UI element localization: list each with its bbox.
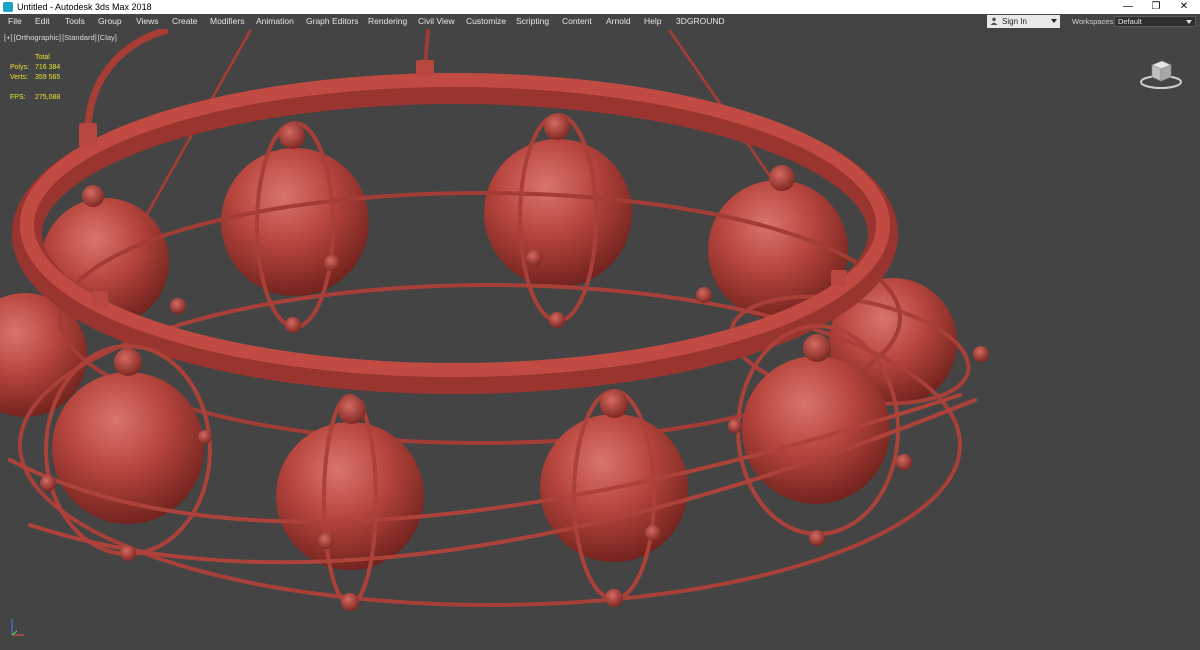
workspaces-value: Default — [1118, 17, 1142, 26]
menu-graph-editors[interactable]: Graph Editors — [306, 16, 358, 27]
menu-rendering[interactable]: Rendering — [368, 16, 407, 27]
chevron-down-icon — [1051, 19, 1057, 23]
viewport-view-type[interactable]: [Orthographic] — [14, 33, 62, 42]
menu-3dground[interactable]: 3DGROUND — [676, 16, 725, 27]
menu-group[interactable]: Group — [98, 16, 122, 27]
workspaces-select[interactable]: Default — [1114, 16, 1196, 27]
viewport-menu-plus[interactable]: [+] — [4, 33, 13, 42]
restore-button[interactable]: ❐ — [1142, 0, 1170, 14]
menu-customize[interactable]: Customize — [466, 16, 506, 27]
chevron-down-icon — [1186, 20, 1192, 24]
menu-civil-view[interactable]: Civil View — [418, 16, 455, 27]
stats-header: Total — [35, 54, 50, 61]
menu-help[interactable]: Help — [644, 16, 661, 27]
user-icon — [990, 17, 998, 25]
axis-tripod-icon — [11, 619, 24, 636]
workspaces-label: Workspaces: — [1072, 17, 1116, 26]
polys-label: Polys: — [10, 64, 30, 71]
menu-edit[interactable]: Edit — [35, 16, 50, 27]
menu-create[interactable]: Create — [172, 16, 198, 27]
viewport-standard[interactable]: [Standard] — [62, 33, 97, 42]
menu-content[interactable]: Content — [562, 16, 592, 27]
menu-arnold[interactable]: Arnold — [606, 16, 631, 27]
menu-file[interactable]: File — [8, 16, 22, 27]
title-bar: Untitled - Autodesk 3ds Max 2018 — ❐ ✕ — [0, 0, 1200, 14]
menu-tools[interactable]: Tools — [65, 16, 85, 27]
menu-scripting[interactable]: Scripting — [516, 16, 549, 27]
menu-animation[interactable]: Animation — [256, 16, 294, 27]
viewport-shading[interactable]: [Clay] — [98, 33, 117, 42]
menu-bar: File Edit Tools Group Views Create Modif… — [0, 14, 1200, 29]
polys-value: 716 384 — [35, 64, 61, 71]
chandelier-model[interactable] — [0, 29, 1200, 650]
viewport-label[interactable]: [+][Orthographic][Standard][Clay] — [4, 33, 118, 43]
viewcube-icon[interactable] — [1138, 57, 1184, 91]
menu-views[interactable]: Views — [136, 16, 159, 27]
perspective-viewport[interactable]: [+][Orthographic][Standard][Clay] Total … — [0, 29, 1200, 650]
fps-label: FPS: — [10, 94, 26, 101]
minimize-button[interactable]: — — [1114, 0, 1142, 14]
window-title: Untitled - Autodesk 3ds Max 2018 — [17, 2, 152, 12]
sign-in-label: Sign In — [1002, 17, 1027, 26]
fps-value: 275,088 — [35, 94, 61, 101]
verts-label: Verts: — [10, 74, 28, 81]
3dsmax-app-icon — [3, 2, 13, 12]
verts-value: 359 565 — [35, 74, 61, 81]
close-button[interactable]: ✕ — [1170, 0, 1198, 14]
sign-in-dropdown[interactable]: Sign In — [987, 15, 1060, 28]
menu-modifiers[interactable]: Modifiers — [210, 16, 244, 27]
